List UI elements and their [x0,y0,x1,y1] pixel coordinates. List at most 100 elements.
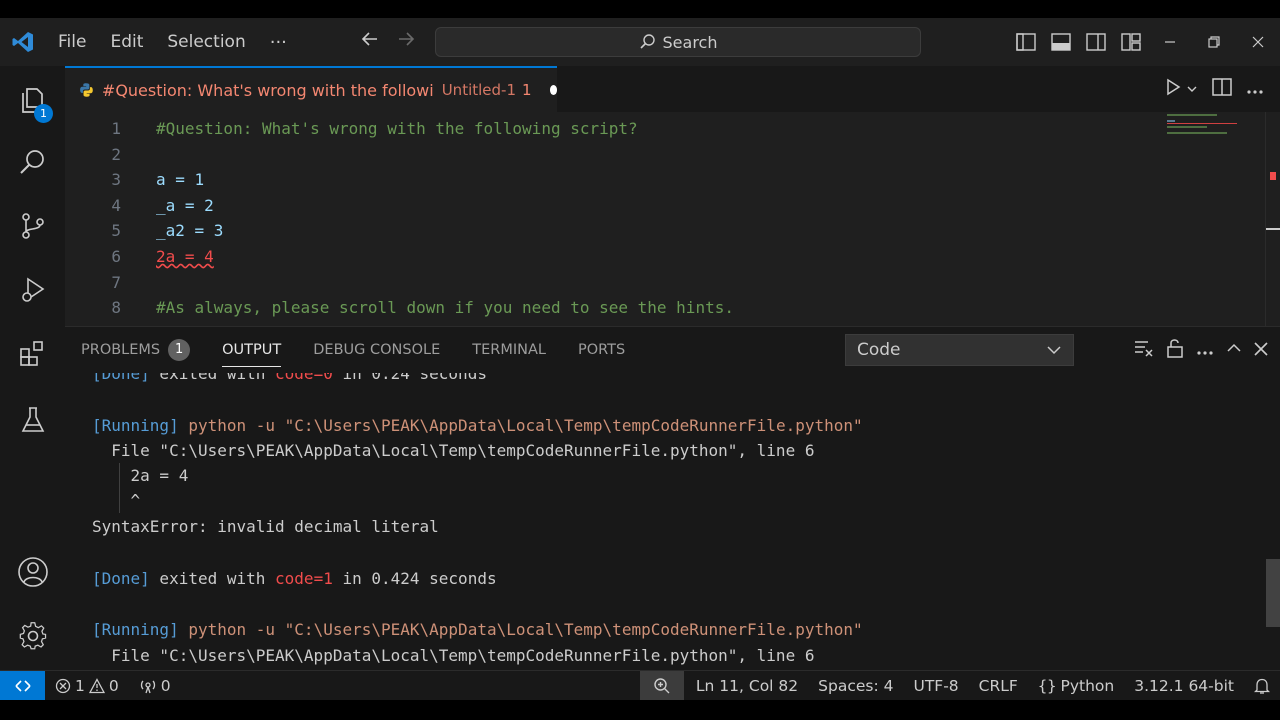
testing-icon[interactable] [0,390,65,450]
unsaved-dot-icon[interactable] [549,85,557,95]
forward-arrow-icon[interactable] [396,18,416,66]
output-text: in 0.24 seconds [332,373,487,383]
lock-scroll-icon[interactable] [1166,338,1184,363]
run-debug-icon[interactable] [0,260,65,320]
maximize-panel-icon[interactable] [1226,340,1242,361]
source-control-icon[interactable] [0,196,65,256]
code-text: _a2 = 3 [156,221,224,241]
editor-scrollbar[interactable] [1265,112,1280,326]
output-line: File "C:\Users\PEAK\AppData\Local\Temp\t… [92,646,815,665]
close-window-icon[interactable] [1236,36,1280,48]
code-line: 8 #As always, please scroll down if you n… [65,295,1165,321]
code-text: _a = 2 [156,195,214,215]
indentation[interactable]: Spaces: 4 [808,677,903,695]
zoom-icon[interactable] [639,670,684,701]
clear-output-icon[interactable] [1134,339,1154,362]
tab-file-name: Untitled-1 [441,81,516,99]
line-ending[interactable]: CRLF [969,677,1028,695]
output-tag: [Running] [92,416,179,435]
code-text: a = 1 [156,170,205,190]
toggle-secondary-sidebar-icon[interactable] [1078,33,1113,51]
tab-terminal[interactable]: TERMINAL [456,327,562,373]
close-panel-icon[interactable] [1254,340,1268,361]
search-view-icon[interactable] [0,132,65,192]
output-line: [Done] exited with code=0 in 0.24 second… [92,373,487,387]
output-log[interactable]: [Done] exited with code=0 in 0.24 second… [92,373,1252,671]
editor-tab-bar: #Question: What's wrong with the followi… [65,66,1280,112]
menu-edit[interactable]: Edit [98,18,155,66]
output-line: 2a = 4 [92,466,189,485]
more-actions-icon[interactable] [1246,79,1264,100]
code-line: 5 _a2 = 3 [65,218,1165,244]
output-tag: [Running] [92,620,179,639]
output-line: SyntaxError: invalid decimal literal [92,517,439,536]
minimize-icon[interactable] [1148,36,1192,48]
braces-icon: {} [1037,676,1057,695]
output-text: exited with [149,373,276,383]
settings-gear-icon[interactable] [0,606,65,666]
toggle-primary-sidebar-icon[interactable] [1008,33,1043,51]
tab-problem-count: 1 [522,81,532,99]
line-number: 4 [111,195,121,215]
code-line: 2 [65,142,1165,168]
notifications-bell-icon[interactable] [1244,677,1280,695]
ports-count: 0 [160,676,171,695]
code-text: 2a = 4 [156,246,214,266]
code-line: 4 _a = 2 [65,193,1165,219]
explorer-icon[interactable]: 1 [0,70,65,130]
code-line: 1 #Question: What's wrong with the follow… [65,116,1165,142]
restore-icon[interactable] [1192,36,1236,48]
output-command: python -u "C:\Users\PEAK\AppData\Local\T… [178,620,863,639]
tab-problems-label: PROBLEMS [81,342,161,358]
output-tag: [Done] [92,569,150,588]
extensions-icon[interactable] [0,324,65,384]
toggle-panel-icon[interactable] [1043,33,1078,51]
code-text: #As always, please scroll down if you ne… [156,298,734,318]
menu-selection[interactable]: Selection [155,18,257,66]
panel-actions [1134,327,1268,373]
tab-problems[interactable]: PROBLEMS 1 [65,327,206,373]
tab-ports[interactable]: PORTS [562,327,641,373]
minimap[interactable] [1163,112,1258,326]
output-exit-code: code=1 [275,569,333,588]
output-exit-code: code=0 [275,373,333,383]
output-channel-select[interactable]: Code [845,334,1074,366]
search-icon [639,34,655,49]
python-interpreter[interactable]: 3.12.1 64-bit [1124,677,1244,695]
customize-layout-icon[interactable] [1113,33,1148,51]
problems-status[interactable]: 1 0 [45,677,129,695]
ports-status[interactable]: 0 [129,677,181,695]
cursor-position[interactable]: Ln 11, Col 82 [686,677,808,695]
remote-indicator-icon[interactable] [0,670,45,701]
chevron-down-icon[interactable] [1186,79,1198,100]
problems-badge: 1 [168,339,191,361]
menu-file[interactable]: File [46,18,98,66]
panel-scrollbar-thumb[interactable] [1266,559,1280,627]
line-number: 5 [111,221,121,241]
panel-tabs: PROBLEMS 1 OUTPUT DEBUG CONSOLE TERMINAL … [65,327,641,373]
encoding[interactable]: UTF-8 [903,677,968,695]
run-file-icon[interactable] [1164,78,1182,101]
back-arrow-icon[interactable] [360,18,380,66]
more-actions-icon[interactable] [1196,340,1214,361]
command-center-search[interactable]: Search [435,27,921,57]
language-mode[interactable]: {} Python [1028,677,1124,695]
tab-output[interactable]: OUTPUT [206,327,297,373]
warning-count: 0 [108,676,119,695]
tab-debug-console[interactable]: DEBUG CONSOLE [297,327,456,373]
language-label: Python [1060,676,1115,695]
error-marker [1270,172,1276,180]
code-line-error: 6 2a = 4 [65,244,1165,270]
editor-tab-untitled[interactable]: #Question: What's wrong with the followi… [65,66,557,112]
menu-more-button[interactable]: ··· [258,32,299,53]
layout-controls [1008,18,1280,66]
accounts-icon[interactable] [0,542,65,602]
tab-title: #Question: What's wrong with the followi [101,80,434,100]
split-editor-icon[interactable] [1212,77,1232,101]
warning-icon [88,677,105,693]
code-line: 7 [65,270,1165,296]
editor-actions [1164,66,1264,112]
activity-bar: 1 [0,66,65,670]
output-line: File "C:\Users\PEAK\AppData\Local\Temp\t… [92,441,815,460]
code-editor[interactable]: 1 #Question: What's wrong with the follow… [65,116,1165,321]
